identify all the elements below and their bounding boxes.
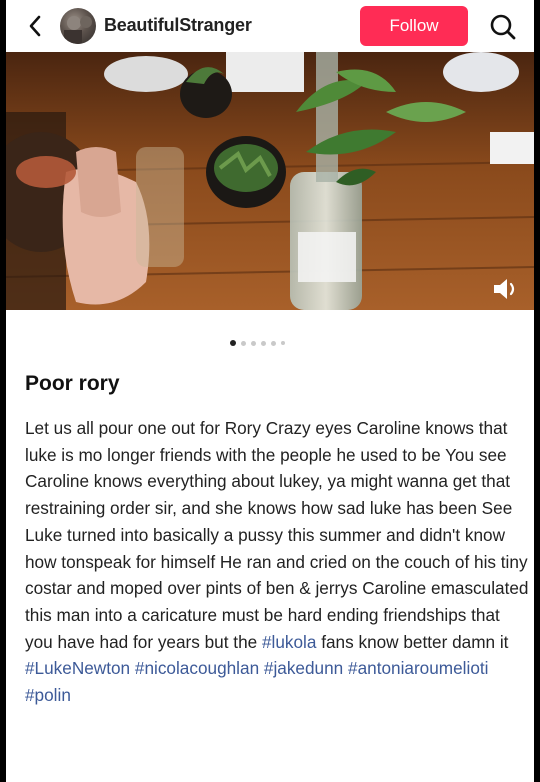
post-body-text: Let us all pour one out for Rory Crazy e… (25, 418, 529, 652)
username[interactable]: BeautifulStranger (104, 15, 252, 36)
hashtag-link[interactable]: #lukola (262, 632, 316, 652)
hashtag-link[interactable]: #antoniaroumelioti (348, 658, 488, 678)
carousel-indicator (230, 340, 285, 346)
hashtag-link[interactable]: #polin (25, 685, 71, 705)
volume-button[interactable] (490, 276, 520, 302)
hashtag-link[interactable]: #LukeNewton (25, 658, 130, 678)
hashtag-link[interactable]: #jakedunn (264, 658, 343, 678)
post-body: Let us all pour one out for Rory Crazy e… (25, 415, 530, 709)
header-bar: BeautifulStranger Follow (6, 0, 534, 52)
chevron-left-icon (29, 15, 41, 37)
follow-button[interactable]: Follow (360, 6, 468, 46)
carousel-dot[interactable] (281, 341, 285, 345)
search-icon (490, 14, 516, 40)
avatar[interactable] (60, 8, 96, 44)
post-photo[interactable] (6, 52, 534, 310)
post-body-text: fans know better damn it (316, 631, 509, 652)
search-button[interactable] (488, 12, 518, 42)
post-title: Poor rory (25, 372, 120, 395)
carousel-dot[interactable] (241, 340, 246, 346)
carousel-dot[interactable] (261, 340, 266, 346)
volume-icon (494, 279, 515, 299)
carousel-dot[interactable] (271, 340, 276, 346)
carousel-dot[interactable] (230, 340, 236, 346)
carousel-dot[interactable] (251, 340, 256, 346)
back-button[interactable] (22, 12, 48, 40)
hashtag-link[interactable]: #nicolacoughlan (135, 658, 259, 678)
post-screen: BeautifulStranger Follow Poor rory Let u… (6, 0, 534, 782)
